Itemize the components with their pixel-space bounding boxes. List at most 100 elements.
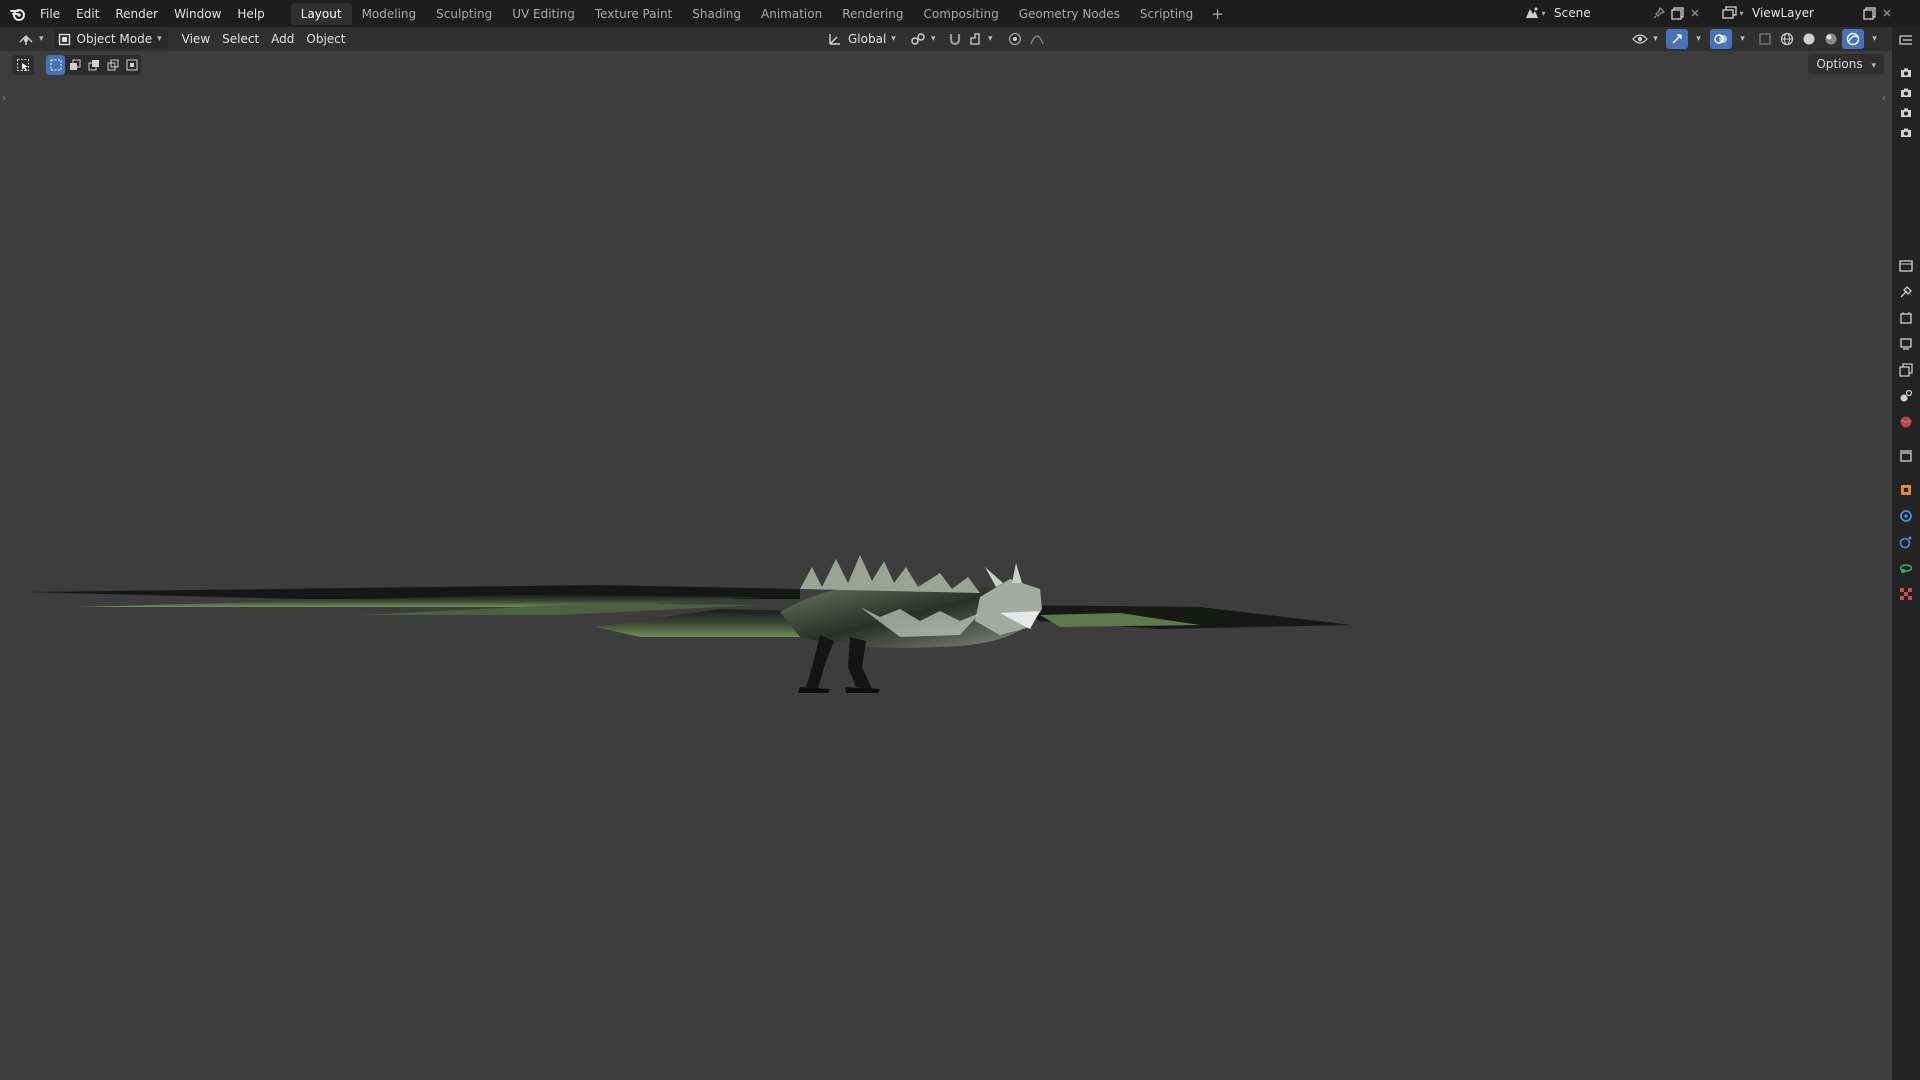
pivot-point-button[interactable]: ▾ <box>908 29 938 49</box>
new-scene-icon[interactable] <box>1668 4 1686 22</box>
outliner-header-icon[interactable] <box>1892 31 1920 51</box>
collection-icon[interactable] <box>1892 443 1920 469</box>
editor-type-button[interactable]: ▾ <box>12 29 50 49</box>
dragon-model[interactable] <box>0 517 1892 737</box>
visibility-dropdown[interactable]: ▾ <box>1630 29 1660 49</box>
menu-window[interactable]: Window <box>166 3 229 25</box>
transform-tools: Global ▾ ▾ ▾ <box>822 29 1048 49</box>
menu-add[interactable]: Add <box>265 29 300 49</box>
tab-texture-paint[interactable]: Texture Paint <box>585 3 682 25</box>
scene-name-field[interactable]: Scene <box>1546 3 1650 23</box>
physics-icon[interactable] <box>1892 555 1920 581</box>
shading-rendered-button[interactable] <box>1842 29 1864 49</box>
chevron-down-icon: ▾ <box>891 34 896 44</box>
xray-toggle[interactable] <box>1754 29 1776 49</box>
menu-file[interactable]: File <box>32 3 68 25</box>
gizmo-icon <box>1672 34 1682 44</box>
select-box-icon <box>17 59 29 71</box>
camera-icon[interactable] <box>1892 103 1920 123</box>
new-view-layer-icon[interactable] <box>1860 4 1878 22</box>
tab-sculpting[interactable]: Sculpting <box>426 3 502 25</box>
orientation-icon <box>829 34 840 45</box>
overlays-dropdown[interactable]: ▾ <box>1732 29 1748 49</box>
object-mode-icon <box>58 33 70 45</box>
chevron-down-icon: ▾ <box>1740 34 1745 44</box>
properties-header-icon[interactable] <box>1892 253 1920 279</box>
shading-solid-button[interactable] <box>1798 29 1820 49</box>
close-icon[interactable] <box>1686 4 1704 22</box>
particles-icon[interactable] <box>1892 529 1920 555</box>
pin-icon[interactable] <box>1650 4 1668 22</box>
3d-viewport[interactable] <box>0 27 1892 1080</box>
xray-icon <box>1759 33 1771 45</box>
menu-object[interactable]: Object <box>300 29 351 49</box>
texture-icon[interactable] <box>1892 581 1920 607</box>
chevron-down-icon: ▾ <box>1696 34 1701 44</box>
scene-icon[interactable]: ▾ <box>1524 3 1546 23</box>
select-new-button[interactable] <box>46 55 65 75</box>
tab-uv-editing[interactable]: UV Editing <box>502 3 585 25</box>
chevron-down-icon: ▾ <box>931 34 936 44</box>
camera-icon[interactable] <box>1892 123 1920 143</box>
chevron-down-icon: ▾ <box>988 34 993 44</box>
snap-target-dropdown[interactable]: ▾ <box>966 29 996 49</box>
select-intersect-button[interactable] <box>122 55 141 75</box>
camera-icon[interactable] <box>1892 63 1920 83</box>
world-icon[interactable] <box>1892 409 1920 435</box>
menu-select[interactable]: Select <box>216 29 265 49</box>
sidebar-expand-arrow-icon[interactable]: ‹ <box>1882 93 1886 104</box>
select-subtract-button[interactable] <box>84 55 103 75</box>
menu-view[interactable]: View <box>176 29 216 49</box>
overlays-icon <box>1714 34 1727 44</box>
select-extend-button[interactable] <box>65 55 84 75</box>
viewport-header: ▾ Object Mode ▾ View Select Add Object G… <box>0 27 1892 51</box>
falloff-dropdown[interactable] <box>1026 29 1048 49</box>
tab-scripting[interactable]: Scripting <box>1130 3 1203 25</box>
shading-dropdown[interactable]: ▾ <box>1864 29 1880 49</box>
scene-icon[interactable] <box>1892 383 1920 409</box>
close-view-layer-icon[interactable] <box>1878 4 1896 22</box>
tab-compositing[interactable]: Compositing <box>913 3 1008 25</box>
tab-rendering[interactable]: Rendering <box>832 3 913 25</box>
view-layer-name-field[interactable]: ViewLayer <box>1744 3 1860 23</box>
menu-render[interactable]: Render <box>107 3 166 25</box>
right-strip <box>1892 27 1920 1080</box>
shading-wireframe-button[interactable] <box>1776 29 1798 49</box>
toolbar-expand-arrow-icon[interactable]: › <box>2 93 6 104</box>
add-workspace-button[interactable]: + <box>1203 5 1232 23</box>
proportional-edit-toggle[interactable] <box>1004 29 1026 49</box>
output-icon[interactable] <box>1892 331 1920 357</box>
transform-orientation-dropdown[interactable]: Global ▾ <box>822 29 902 49</box>
gizmo-toggle[interactable] <box>1666 29 1688 49</box>
render-icon[interactable] <box>1892 305 1920 331</box>
object-icon[interactable] <box>1892 477 1920 503</box>
orientation-label: Global <box>848 32 887 46</box>
render-layers-icon[interactable]: ▾ <box>1722 3 1744 23</box>
camera-icon[interactable] <box>1892 83 1920 103</box>
render-camera-toggles <box>1892 63 1920 143</box>
options-dropdown[interactable]: Options ▾ <box>1808 54 1884 74</box>
select-difference-button[interactable] <box>103 55 122 75</box>
eye-icon <box>1632 34 1649 44</box>
active-tool-button[interactable] <box>12 55 34 75</box>
view-layer-icon[interactable] <box>1892 357 1920 383</box>
tool-icon[interactable] <box>1892 279 1920 305</box>
gizmo-dropdown[interactable]: ▾ <box>1688 29 1704 49</box>
select-extend-icon <box>69 59 80 70</box>
menu-edit[interactable]: Edit <box>68 3 107 25</box>
modifier-icon[interactable] <box>1892 503 1920 529</box>
tab-geometry-nodes[interactable]: Geometry Nodes <box>1009 3 1130 25</box>
overlays-toggle[interactable] <box>1710 29 1732 49</box>
tab-shading[interactable]: Shading <box>682 3 751 25</box>
mode-dropdown[interactable]: Object Mode ▾ <box>53 29 168 49</box>
shading-material-button[interactable] <box>1820 29 1842 49</box>
view-layer-selector: ▾ ViewLayer <box>1722 3 1896 23</box>
top-bar: File Edit Render Window Help Layout Mode… <box>0 0 1920 27</box>
snap-toggle[interactable] <box>944 29 966 49</box>
tab-modeling[interactable]: Modeling <box>352 3 427 25</box>
snap-increment-icon <box>970 33 980 45</box>
tab-animation[interactable]: Animation <box>751 3 832 25</box>
tab-layout[interactable]: Layout <box>290 2 352 25</box>
blender-logo-icon[interactable] <box>10 6 26 22</box>
menu-help[interactable]: Help <box>229 3 272 25</box>
